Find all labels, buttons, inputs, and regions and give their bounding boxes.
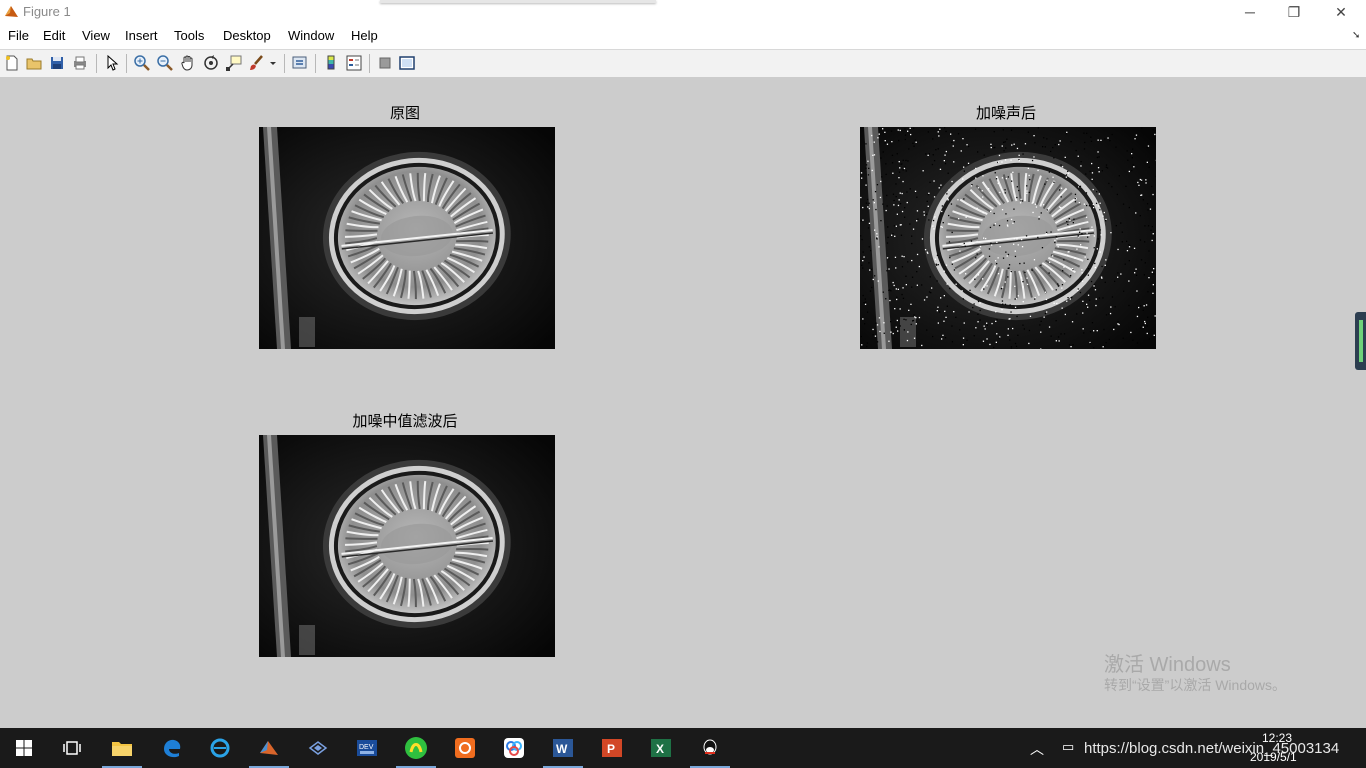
legend-icon[interactable] bbox=[345, 54, 363, 72]
powerpoint-icon[interactable]: P bbox=[588, 728, 636, 768]
word-icon[interactable]: W bbox=[539, 728, 587, 768]
toolbar-separator bbox=[315, 54, 316, 73]
print-icon[interactable] bbox=[71, 54, 89, 72]
clock-date[interactable]: 2019/5/1 bbox=[1250, 750, 1297, 764]
floating-toolbar-shadow bbox=[380, 0, 656, 3]
toolbar-separator bbox=[126, 54, 127, 73]
menu-tools[interactable]: Tools bbox=[174, 28, 204, 43]
open-icon[interactable] bbox=[25, 54, 43, 72]
activation-watermark-title: 激活 Windows bbox=[1104, 654, 1231, 676]
axes-original-image[interactable] bbox=[259, 127, 555, 349]
svg-text:X: X bbox=[656, 742, 664, 756]
hide-plot-tools-icon[interactable] bbox=[376, 54, 394, 72]
show-hidden-icons-icon[interactable]: ︿ bbox=[1030, 739, 1044, 759]
file-explorer-icon[interactable] bbox=[98, 728, 146, 768]
start-icon[interactable] bbox=[0, 728, 48, 768]
menu-insert[interactable]: Insert bbox=[125, 28, 158, 43]
menu-help[interactable]: Help bbox=[351, 28, 378, 43]
toolbar-separator bbox=[96, 54, 97, 73]
rotate-3d-icon[interactable] bbox=[202, 54, 220, 72]
mri-image-filtered bbox=[259, 435, 555, 657]
axes-noisy-image[interactable] bbox=[860, 127, 1156, 349]
baidu-netdisk-icon[interactable] bbox=[490, 728, 538, 768]
mri-image-original bbox=[259, 127, 555, 349]
mri-image-noisy bbox=[860, 127, 1156, 349]
menu-file[interactable]: File bbox=[8, 28, 29, 43]
minimize-button[interactable]: ─ bbox=[1227, 0, 1273, 24]
close-button[interactable]: ✕ bbox=[1318, 0, 1364, 24]
battery-icon[interactable]: ▭ bbox=[1062, 739, 1074, 755]
dev-cpp-icon[interactable]: DEV bbox=[343, 728, 391, 768]
svg-text:W: W bbox=[556, 742, 568, 756]
toolbar-separator bbox=[284, 54, 285, 73]
toolbar-separator bbox=[369, 54, 370, 73]
edge-icon[interactable] bbox=[148, 728, 196, 768]
excel-icon[interactable]: X bbox=[637, 728, 685, 768]
link-plot-icon[interactable] bbox=[291, 54, 309, 72]
restore-button[interactable]: ❐ bbox=[1271, 0, 1317, 24]
dock-arrow-icon[interactable]: ➘ bbox=[1352, 30, 1360, 41]
figure-canvas: 原图 加噪声后 加噪中值滤波后 激活 Windows 转到“设置”以激活 Win… bbox=[0, 77, 1366, 728]
brush-dropdown-icon[interactable] bbox=[268, 54, 278, 72]
show-plot-tools-icon[interactable] bbox=[398, 54, 416, 72]
matlab-figure-icon bbox=[5, 6, 18, 17]
visual-studio-icon[interactable] bbox=[294, 728, 342, 768]
app-orange-icon[interactable] bbox=[441, 728, 489, 768]
task-view-icon[interactable] bbox=[48, 728, 96, 768]
windows-taskbar: DEV W P X ︿ ▭ https://blog.csdn.net/weix… bbox=[0, 728, 1366, 768]
matlab-icon[interactable] bbox=[245, 728, 293, 768]
qq-icon[interactable] bbox=[686, 728, 734, 768]
brush-icon[interactable] bbox=[248, 54, 266, 72]
activation-watermark-subtitle: 转到“设置”以激活 Windows。 bbox=[1104, 677, 1287, 693]
figure-toolbar bbox=[0, 49, 1366, 78]
svg-text:P: P bbox=[607, 742, 615, 756]
save-icon[interactable] bbox=[48, 54, 66, 72]
app-green-icon[interactable] bbox=[392, 728, 440, 768]
side-panel-handle[interactable] bbox=[1355, 312, 1366, 370]
menu-bar: File Edit View Insert Tools Desktop Wind… bbox=[0, 24, 1366, 49]
axes-filtered-image[interactable] bbox=[259, 435, 555, 657]
axes-title-original: 原图 bbox=[389, 105, 420, 122]
ie-icon[interactable] bbox=[196, 728, 244, 768]
axes-title-filtered: 加噪中值滤波后 bbox=[352, 413, 458, 430]
window-title-bar: Figure 1 ─ ❐ ✕ bbox=[0, 0, 1366, 24]
menu-window[interactable]: Window bbox=[288, 28, 334, 43]
pan-hand-icon[interactable] bbox=[179, 54, 197, 72]
menu-view[interactable]: View bbox=[82, 28, 110, 43]
window-title: Figure 1 bbox=[23, 4, 71, 19]
colorbar-icon[interactable] bbox=[322, 54, 340, 72]
edit-plot-arrow-icon[interactable] bbox=[103, 54, 121, 72]
new-figure-icon[interactable] bbox=[3, 54, 21, 72]
clock-time[interactable]: 12:23 bbox=[1262, 731, 1292, 745]
menu-desktop[interactable]: Desktop bbox=[223, 28, 271, 43]
menu-edit[interactable]: Edit bbox=[43, 28, 65, 43]
data-cursor-icon[interactable] bbox=[225, 54, 243, 72]
axes-title-noisy: 加噪声后 bbox=[975, 105, 1036, 122]
url-overlay-text: https://blog.csdn.net/weixin_45003134 bbox=[1084, 740, 1340, 757]
zoom-out-icon[interactable] bbox=[156, 54, 174, 72]
svg-text:DEV: DEV bbox=[359, 744, 374, 751]
zoom-in-icon[interactable] bbox=[133, 54, 151, 72]
